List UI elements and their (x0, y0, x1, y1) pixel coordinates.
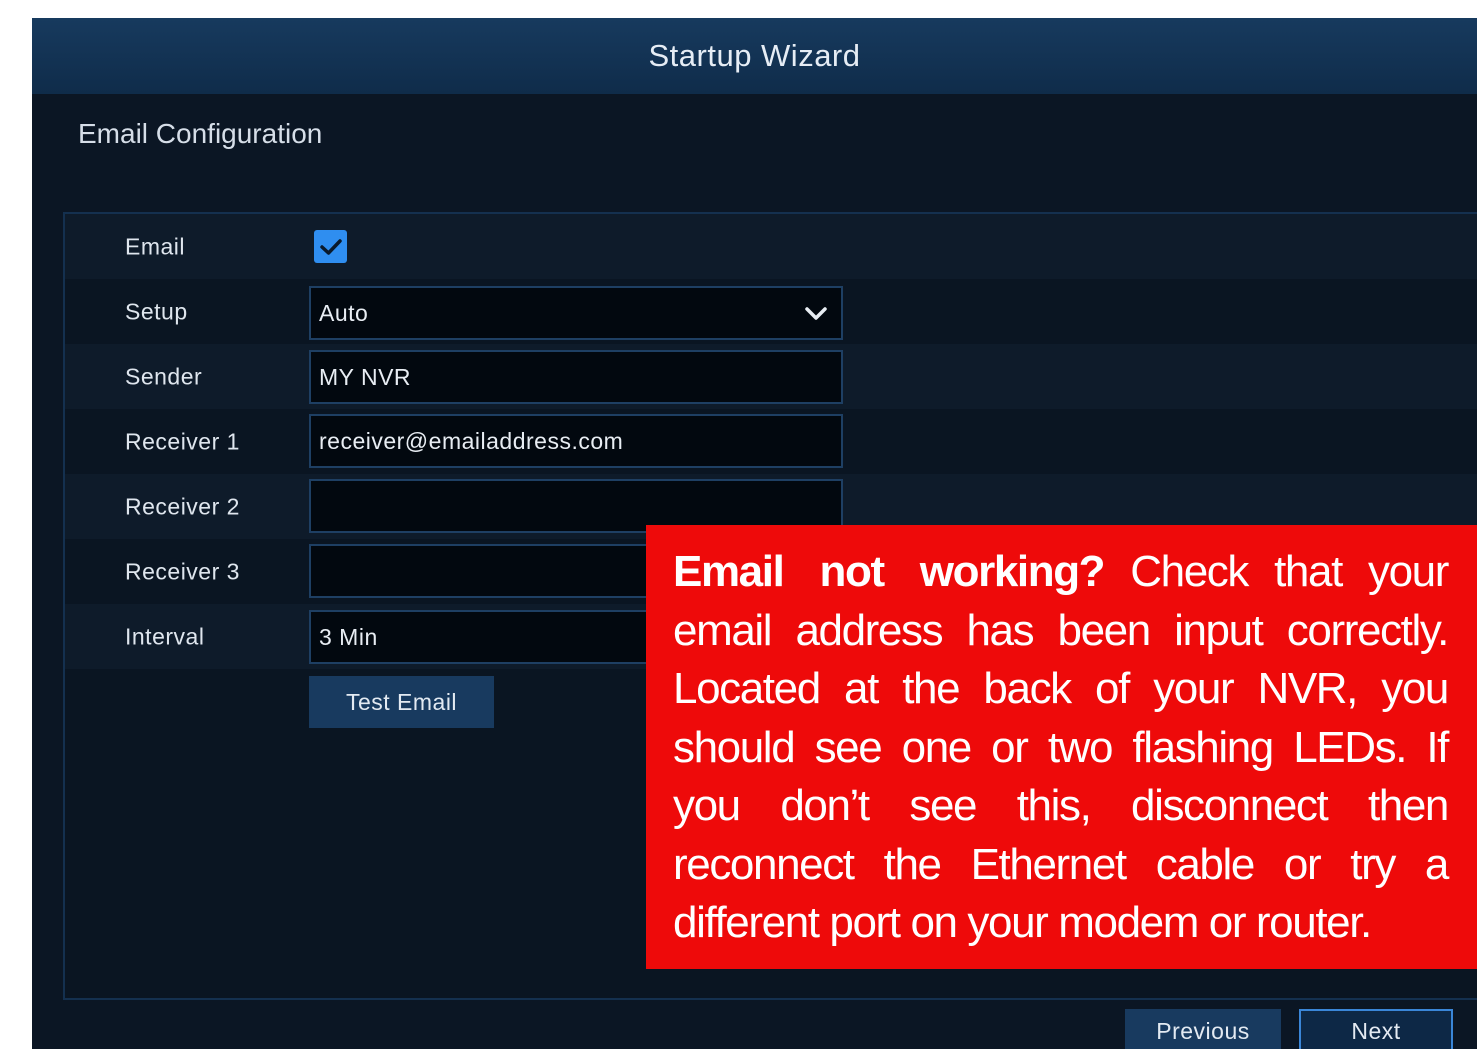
help-callout: Email not working? Check that your email… (646, 525, 1477, 969)
page-heading: Email Configuration (78, 118, 323, 149)
setup-select[interactable]: Auto (309, 286, 843, 340)
setup-label: Setup (125, 298, 188, 324)
receiver1-label: Receiver 1 (125, 428, 240, 454)
next-button[interactable]: Next (1299, 1009, 1453, 1049)
interval-value: 3 Min (319, 623, 378, 650)
sender-value: MY NVR (319, 363, 412, 390)
email-row: Email (65, 214, 1477, 279)
setup-value: Auto (319, 299, 369, 326)
receiver2-label: Receiver 2 (125, 493, 240, 519)
email-label: Email (125, 233, 186, 259)
window-title: Startup Wizard (648, 38, 861, 73)
receiver1-input[interactable]: receiver@emailaddress.com (309, 414, 843, 468)
chevron-down-icon (805, 307, 827, 320)
callout-headline: Email not working? (673, 547, 1106, 596)
callout-body: Check that your email address has been i… (673, 547, 1449, 947)
receiver1-value: receiver@emailaddress.com (319, 427, 624, 454)
sender-input[interactable]: MY NVR (309, 350, 843, 404)
test-email-button[interactable]: Test Email (309, 676, 494, 728)
receiver3-label: Receiver 3 (125, 558, 240, 584)
email-enable-checkbox[interactable] (314, 230, 347, 263)
interval-label: Interval (125, 623, 205, 649)
sender-label: Sender (125, 363, 203, 389)
check-icon (319, 238, 342, 255)
title-bar: Startup Wizard (32, 18, 1477, 94)
previous-button[interactable]: Previous (1125, 1009, 1281, 1049)
